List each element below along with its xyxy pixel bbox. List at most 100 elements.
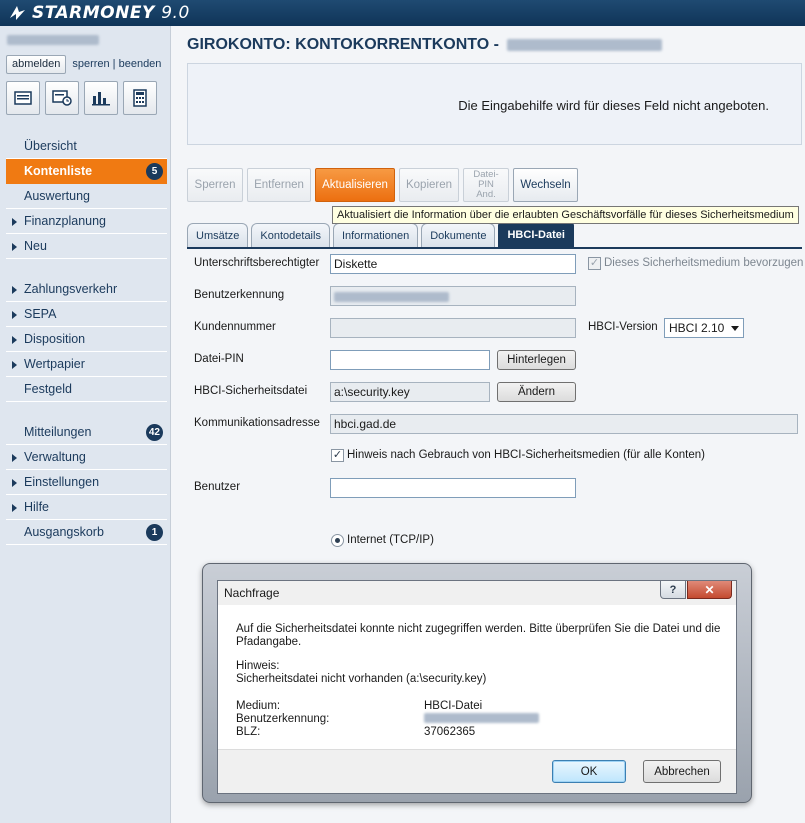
sidebar-nav: Übersicht Kontenliste 5 Auswertung Finanz… xyxy=(0,134,170,545)
kundennummer-field[interactable] xyxy=(330,318,576,338)
unterschrift-label: Unterschriftsberechtigter xyxy=(194,257,320,269)
sidebar-item-label: Hilfe xyxy=(24,500,50,514)
cancel-button[interactable]: Abbrechen xyxy=(643,760,721,783)
datei-pin-field[interactable] xyxy=(330,350,490,370)
sidebar-item-label: Festgeld xyxy=(24,382,72,396)
sidebar-item-einstellungen[interactable]: Einstellungen xyxy=(6,470,167,495)
tab-informationen[interactable]: Informationen xyxy=(332,223,419,248)
dialog-blz-value: 37062365 xyxy=(424,726,476,738)
bevorzugen-label: Dieses Sicherheitsmedium bevorzugen xyxy=(604,257,804,269)
benutzer-field[interactable] xyxy=(330,478,576,498)
tab-umsaetze[interactable]: Umsätze xyxy=(187,223,249,248)
dialog-medium-value: HBCI-Datei xyxy=(424,700,483,712)
page-title: GIROKONTO: KONTOKORRENTKONTO - xyxy=(187,36,662,54)
sidebar-item-festgeld[interactable]: Festgeld xyxy=(6,377,167,402)
sidebar-item-label: Verwaltung xyxy=(24,450,86,464)
sidebar-item-label: Zahlungsverkehr xyxy=(24,282,118,296)
unterschrift-field[interactable]: Diskette xyxy=(330,254,576,274)
kopieren-button[interactable]: Kopieren xyxy=(399,168,459,202)
quick-icons xyxy=(0,75,170,120)
sidebar-item-label: Kontenliste xyxy=(24,164,93,178)
dialog-message-line-2: Pfadangabe. xyxy=(236,636,302,648)
nachfrage-dialog: Nachfrage ? ✕ Auf die Sicherheitsdatei k… xyxy=(202,563,752,803)
expand-arrow-icon xyxy=(12,218,17,226)
detail-tabs: Umsätze Kontodetails Informationen Dokum… xyxy=(187,220,574,248)
dialog-message-line-1: Auf die Sicherheitsdatei konnte nicht zu… xyxy=(236,623,721,635)
dialog-body: Auf die Sicherheitsdatei konnte nicht zu… xyxy=(218,605,736,793)
benutzerkennung-field[interactable] xyxy=(330,286,576,306)
sidebar-item-kontenliste[interactable]: Kontenliste 5 xyxy=(6,159,167,184)
wechseln-button[interactable]: Wechseln xyxy=(513,168,578,202)
sidebar-item-auswertung[interactable]: Auswertung xyxy=(6,184,167,209)
sidebar-item-neu[interactable]: Neu xyxy=(6,234,167,259)
calculator-icon[interactable] xyxy=(123,81,157,115)
entfernen-button[interactable]: Entfernen xyxy=(247,168,311,202)
dialog-footer: OK Abbrechen xyxy=(218,749,736,793)
expand-arrow-icon xyxy=(12,311,17,319)
dialog-kennung-value xyxy=(424,713,539,727)
tab-dokumente[interactable]: Dokumente xyxy=(421,223,496,248)
sidebar-item-mitteilungen[interactable]: Mitteilungen 42 xyxy=(6,420,167,445)
dialog-kennung-label: Benutzerkennung: xyxy=(236,713,330,725)
count-badge: 42 xyxy=(145,424,163,441)
count-badge: 5 xyxy=(146,163,163,180)
sidebar-item-label: Mitteilungen xyxy=(24,425,92,439)
bevorzugen-checkbox[interactable]: ✓ xyxy=(588,257,601,270)
chart-bars-icon[interactable] xyxy=(84,81,118,115)
benutzerkennung-label: Benutzerkennung xyxy=(194,289,285,301)
input-help-box: Die Eingabehilfe wird für dieses Feld ni… xyxy=(187,63,802,145)
input-help-text: Die Eingabehilfe wird für dieses Feld ni… xyxy=(458,98,769,113)
sidebar-item-uebersicht[interactable]: Übersicht xyxy=(6,134,167,159)
sicherheitsdatei-field[interactable]: a:\security.key xyxy=(330,382,490,402)
kommunikation-label: Kommunikationsadresse xyxy=(194,417,320,429)
expand-arrow-icon xyxy=(12,504,17,512)
dialog-window: Nachfrage ? ✕ Auf die Sicherheitsdatei k… xyxy=(217,580,737,794)
sidebar-item-label: Übersicht xyxy=(24,139,77,153)
sidebar-item-sepa[interactable]: SEPA xyxy=(6,302,167,327)
sidebar-item-disposition[interactable]: Disposition xyxy=(6,327,167,352)
datei-pin-aendern-button[interactable]: Datei- PIN And. xyxy=(463,168,509,202)
aktualisieren-button[interactable]: Aktualisieren xyxy=(315,168,395,202)
tab-hbci-datei[interactable]: HBCI-Datei xyxy=(498,220,574,248)
dialog-hint-label: Hinweis: xyxy=(236,660,280,672)
sperren-button[interactable]: Sperren xyxy=(187,168,243,202)
transfer-clock-icon[interactable] xyxy=(45,81,79,115)
sidebar-item-zahlungsverkehr[interactable]: Zahlungsverkehr xyxy=(6,277,167,302)
kundennummer-label: Kundennummer xyxy=(194,321,276,333)
dialog-title: Nachfrage xyxy=(224,586,280,600)
expand-arrow-icon xyxy=(12,336,17,344)
account-number-redacted xyxy=(507,39,662,51)
sidebar-item-verwaltung[interactable]: Verwaltung xyxy=(6,445,167,470)
close-icon[interactable]: ✕ xyxy=(687,581,732,599)
help-icon[interactable]: ? xyxy=(660,581,686,599)
sidebar-item-ausgangskorb[interactable]: Ausgangskorb 1 xyxy=(6,520,167,545)
count-badge: 1 xyxy=(146,524,163,541)
app-logo-text: STARMONEY 9.0 xyxy=(32,3,190,23)
sidebar-item-wertpapier[interactable]: Wertpapier xyxy=(6,352,167,377)
account-card-icon[interactable] xyxy=(6,81,40,115)
session-links[interactable]: sperren | beenden xyxy=(72,58,161,70)
dialog-medium-label: Medium: xyxy=(236,700,281,712)
sidebar-item-label: Wertpapier xyxy=(24,357,85,371)
logout-button[interactable]: abmelden xyxy=(6,54,67,74)
sidebar-item-label: SEPA xyxy=(24,307,57,321)
sidebar: abmelden sperren | beenden Übersicht Kon… xyxy=(0,26,170,823)
expand-arrow-icon xyxy=(12,361,17,369)
sidebar-item-finanzplanung[interactable]: Finanzplanung xyxy=(6,209,167,234)
hinterlegen-button[interactable]: Hinterlegen xyxy=(497,350,576,370)
app-titlebar: STARMONEY 9.0 xyxy=(0,0,805,26)
hinweis-checkbox[interactable]: ✓ xyxy=(331,449,344,462)
sidebar-item-label: Einstellungen xyxy=(24,475,100,489)
tab-kontodetails[interactable]: Kontodetails xyxy=(251,223,330,248)
hbci-version-select[interactable]: HBCI 2.10 xyxy=(664,318,744,338)
aendern-button[interactable]: Ändern xyxy=(497,382,576,402)
dialog-blz-label: BLZ: xyxy=(236,726,261,738)
sidebar-item-hilfe[interactable]: Hilfe xyxy=(6,495,167,520)
dialog-hint-text: Sicherheitsdatei nicht vorhanden (a:\sec… xyxy=(236,673,487,685)
sidebar-item-label: Finanzplanung xyxy=(24,214,107,228)
kommunikation-field[interactable]: hbci.gad.de xyxy=(330,414,798,434)
session-controls: abmelden sperren | beenden xyxy=(0,53,170,75)
ok-button[interactable]: OK xyxy=(552,760,626,783)
action-toolbar: Sperren Entfernen Aktualisieren Kopieren… xyxy=(187,168,578,204)
internet-radio[interactable] xyxy=(331,534,344,547)
